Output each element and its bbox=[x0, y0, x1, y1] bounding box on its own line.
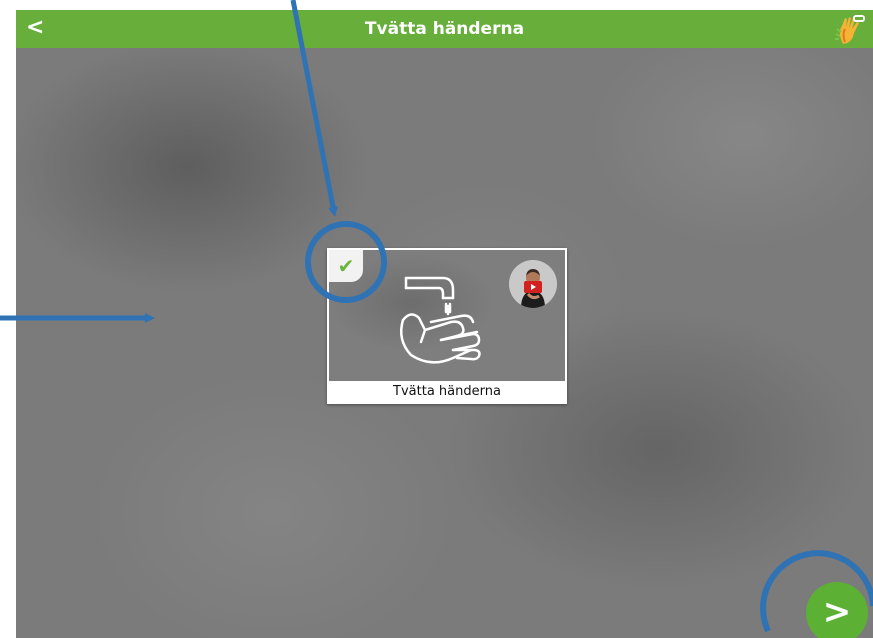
checkmark-icon: ✔ bbox=[337, 254, 355, 278]
card-label: Tvätta händerna bbox=[393, 384, 501, 399]
top-bar: < Tvätta händerna bbox=[16, 10, 873, 48]
hand-sign-icon[interactable] bbox=[833, 14, 867, 46]
activity-card[interactable]: ✔ Tvätta händerna bbox=[327, 248, 567, 404]
next-button[interactable]: > bbox=[806, 582, 868, 638]
sign-language-video-icon[interactable] bbox=[509, 260, 557, 308]
completed-checkbox[interactable]: ✔ bbox=[329, 250, 363, 282]
app-screen: < Tvätta händerna ✔ Tvätta händerna > bbox=[16, 10, 873, 638]
page-title: Tvätta händerna bbox=[364, 19, 525, 39]
card-image bbox=[329, 250, 565, 381]
washing-hands-pictogram bbox=[400, 276, 481, 364]
